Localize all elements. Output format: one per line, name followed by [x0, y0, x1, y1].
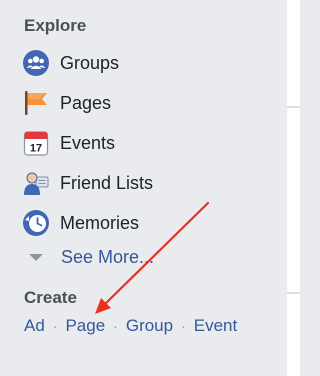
see-more-link[interactable]: See More...: [26, 247, 154, 268]
memories-clock-icon: [22, 209, 50, 237]
calendar-icon: 17: [22, 129, 50, 157]
groups-icon: [22, 49, 50, 77]
separator-dot: ·: [52, 318, 58, 334]
sidebar-item-memories[interactable]: Memories: [22, 208, 242, 238]
sidebar-item-label: Events: [60, 132, 116, 153]
create-page-link[interactable]: Page: [65, 316, 105, 336]
sidebar-item-label: Memories: [60, 212, 140, 233]
sidebar-item-groups[interactable]: Groups: [22, 48, 242, 78]
sidebar-item-friend-lists[interactable]: Friend Lists: [22, 168, 242, 198]
create-group-link[interactable]: Group: [126, 316, 173, 336]
sidebar-item-events[interactable]: 17 Events: [22, 128, 242, 158]
sidebar-item-label: Pages: [60, 92, 112, 113]
separator-dot: ·: [181, 318, 186, 334]
chevron-down-icon: [29, 254, 43, 261]
see-more-label: See More...: [61, 247, 155, 267]
right-content-panel: [287, 0, 300, 376]
pages-flag-icon: [22, 89, 50, 117]
svg-text:17: 17: [30, 143, 42, 155]
separator-dot: ·: [113, 318, 118, 334]
create-links: Ad · Page · Group · Event: [24, 316, 237, 336]
create-ad-link[interactable]: Ad: [24, 316, 45, 336]
sidebar-item-label: Friend Lists: [60, 172, 154, 193]
panel-divider: [287, 106, 300, 108]
explore-heading: Explore: [24, 16, 87, 35]
sidebar-item-label: Groups: [60, 52, 120, 73]
sidebar-item-pages[interactable]: Pages: [22, 88, 242, 118]
panel-divider: [287, 292, 300, 294]
friend-lists-icon: [22, 169, 50, 197]
create-event-link[interactable]: Event: [194, 316, 237, 336]
create-heading: Create: [24, 288, 77, 307]
